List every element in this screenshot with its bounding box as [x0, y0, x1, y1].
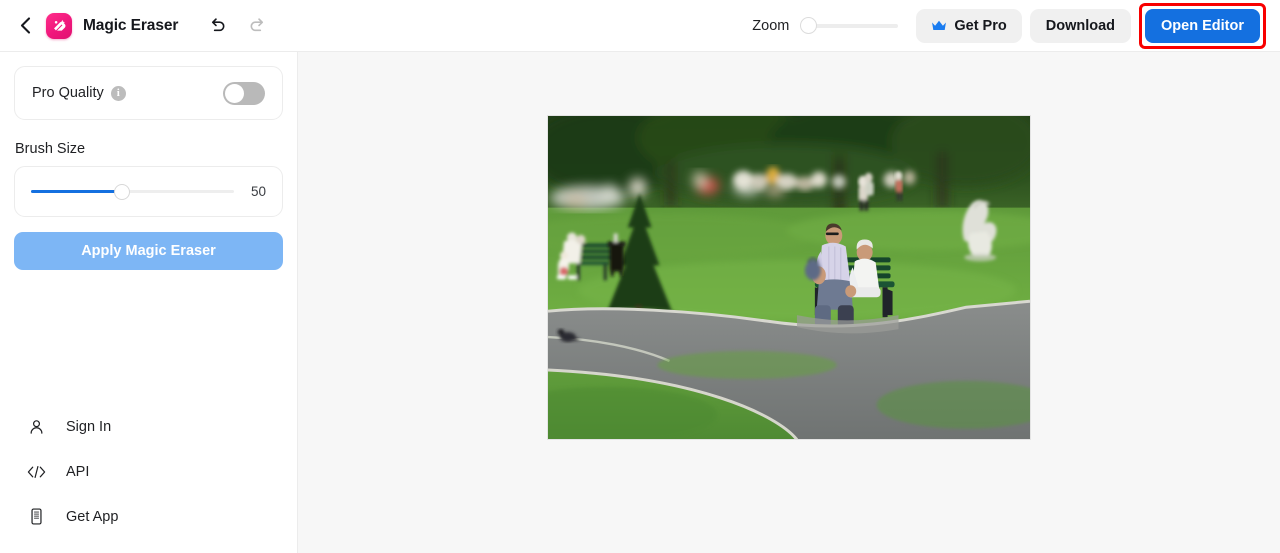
brush-slider-fill [31, 189, 123, 194]
user-icon [25, 419, 47, 435]
image-preview-frame[interactable] [547, 115, 1031, 440]
sidebar-item-label: Sign In [66, 418, 112, 435]
undo-arrow-icon [211, 18, 225, 32]
zoom-control: Zoom [752, 17, 899, 35]
magic-eraser-logo-icon [46, 12, 72, 39]
sidebar-item-label: Get App [66, 508, 119, 525]
toggle-knob [225, 83, 244, 103]
brush-size-card: 50 [14, 166, 283, 217]
sidebar-item-get-app[interactable]: Get App [14, 494, 283, 539]
pro-quality-card: Pro Quality i [14, 66, 283, 120]
zoom-label: Zoom [752, 17, 790, 34]
editor-canvas-area[interactable] [298, 52, 1280, 553]
magic-eraser-app: Magic Eraser Zoom Get Pro Download Open … [0, 0, 1280, 553]
sidebar-nav-list: Sign In API Get App [14, 404, 283, 553]
zoom-slider[interactable] [800, 17, 899, 35]
info-circle-icon[interactable]: i [110, 85, 126, 101]
chevron-left-icon [20, 17, 30, 34]
brush-size-label: Brush Size [15, 141, 86, 157]
pro-quality-label: Pro Quality [32, 85, 104, 101]
header-left-group: Magic Eraser [12, 11, 268, 41]
download-button[interactable]: Download [1029, 8, 1132, 43]
brush-size-slider[interactable] [31, 183, 234, 201]
zoom-slider-thumb[interactable] [800, 17, 818, 34]
top-header-bar: Magic Eraser Zoom Get Pro Download Open … [0, 0, 1280, 52]
history-buttons-group [206, 15, 268, 37]
redo-button[interactable] [246, 15, 268, 37]
back-button[interactable] [12, 11, 38, 41]
pro-quality-toggle[interactable] [223, 81, 265, 105]
download-label: Download [1045, 17, 1116, 34]
open-editor-highlight-annotation: Open Editor [1139, 2, 1266, 49]
crown-icon [932, 20, 947, 30]
brush-size-value: 50 [250, 184, 266, 199]
apply-magic-eraser-label: Apply Magic Eraser [81, 243, 216, 259]
apply-magic-eraser-button[interactable]: Apply Magic Eraser [14, 232, 283, 270]
header-right-group: Zoom Get Pro Download Open Editor [752, 2, 1266, 49]
park-scene-photo[interactable] [548, 116, 1030, 440]
open-editor-label: Open Editor [1161, 17, 1244, 34]
left-sidebar: Pro Quality i Brush Size 50 Apply Magic … [0, 52, 298, 553]
redo-arrow-icon [250, 18, 263, 32]
get-pro-label: Get Pro [954, 17, 1007, 34]
app-title: Magic Eraser [83, 16, 179, 34]
sidebar-item-api[interactable]: API [14, 449, 283, 494]
undo-button[interactable] [206, 15, 228, 37]
sidebar-item-sign-in[interactable]: Sign In [14, 404, 283, 449]
get-pro-button[interactable]: Get Pro [916, 8, 1022, 43]
mobile-phone-icon [25, 508, 47, 525]
code-brackets-icon [25, 465, 47, 479]
app-body: Pro Quality i Brush Size 50 Apply Magic … [0, 52, 1280, 553]
open-editor-button[interactable]: Open Editor [1145, 8, 1260, 43]
sidebar-item-label: API [66, 463, 90, 480]
eraser-glyph-icon [53, 19, 65, 32]
brush-slider-thumb[interactable] [114, 183, 131, 200]
